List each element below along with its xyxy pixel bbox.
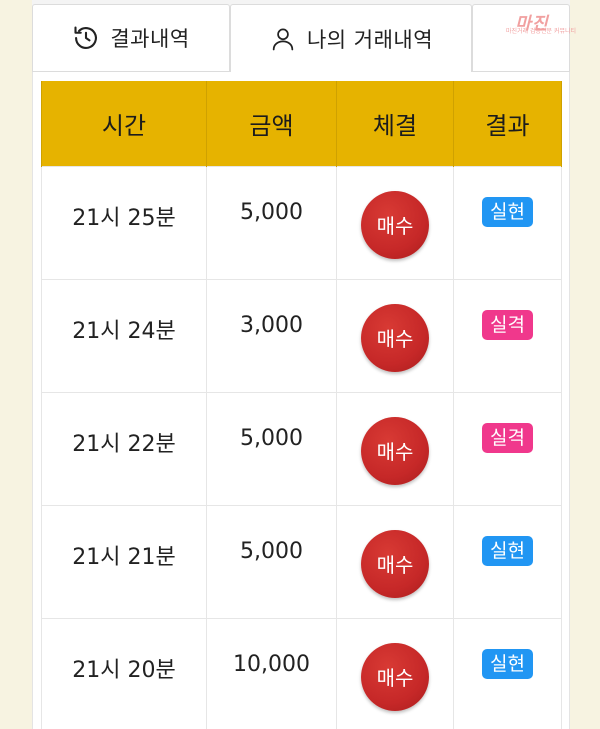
cell-amount: 5,000 [206,391,337,506]
cell-execution: 매수 [336,504,454,619]
buy-badge: 매수 [361,190,429,259]
cell-time: 21시 24분 [41,278,207,393]
amount-text: 5,000 [240,538,303,564]
cell-execution: 매수 [336,165,454,280]
cell-amount: 5,000 [206,504,337,619]
table-row: 21시 20분 10,000 매수 실현 [41,617,562,729]
tab-my-trades[interactable]: 나의 거래내역 [230,4,472,72]
time-text: 21시 20분 [72,657,176,683]
header-result: 결과 [453,81,562,166]
table-header-row: 시간 금액 체결 결과 [41,81,562,166]
amount-text: 5,000 [240,199,303,225]
table-body: 21시 25분 5,000 매수 실현 21시 24분 3,000 매수 실격 21시 22분 5… [41,165,562,729]
cell-execution: 매수 [336,391,454,506]
amount-text: 3,000 [240,312,303,338]
result-badge: 실현 [482,196,533,227]
cell-execution: 매수 [336,617,454,729]
cell-result: 실격 [453,391,562,506]
result-badge: 실현 [482,648,533,679]
buy-badge: 매수 [361,529,429,598]
header-amount: 금액 [206,81,337,166]
cell-result: 실격 [453,278,562,393]
table-row: 21시 25분 5,000 매수 실현 [41,165,562,280]
cell-amount: 5,000 [206,165,337,280]
cell-amount: 10,000 [206,617,337,729]
cell-result: 실현 [453,617,562,729]
table-row: 21시 24분 3,000 매수 실격 [41,278,562,393]
cell-result: 실현 [453,504,562,619]
cell-time: 21시 20분 [41,617,207,729]
buy-badge: 매수 [361,416,429,485]
amount-text: 5,000 [240,425,303,451]
buy-badge: 매수 [361,642,429,711]
watermark-subtitle: 마진거래 검증전문 커뮤니티 [505,28,577,35]
header-execution: 체결 [336,81,454,166]
time-text: 21시 24분 [72,318,176,344]
tab-results-history[interactable]: 결과내역 [32,4,230,72]
result-badge: 실현 [482,535,533,566]
time-text: 21시 21분 [72,544,176,570]
cell-execution: 매수 [336,278,454,393]
cell-amount: 3,000 [206,278,337,393]
time-text: 21시 22분 [72,431,176,457]
user-icon [269,25,297,53]
cell-time: 21시 21분 [41,504,207,619]
trade-history-table: 시간 금액 체결 결과 21시 25분 5,000 매수 실현 21시 24분 3,000… [41,81,562,729]
time-text: 21시 25분 [72,205,176,231]
cell-result: 실현 [453,165,562,280]
result-badge: 실격 [482,422,533,453]
header-time: 시간 [41,81,207,166]
history-icon [72,24,100,52]
tab-my-trades-label: 나의 거래내역 [306,27,434,52]
cell-time: 21시 22분 [41,391,207,506]
amount-text: 10,000 [233,651,310,677]
table-row: 21시 22분 5,000 매수 실격 [41,391,562,506]
table-row: 21시 21분 5,000 매수 실현 [41,504,562,619]
buy-badge: 매수 [361,303,429,372]
result-badge: 실격 [482,309,533,340]
cell-time: 21시 25분 [41,165,207,280]
tab-results-label: 결과내역 [110,27,190,51]
